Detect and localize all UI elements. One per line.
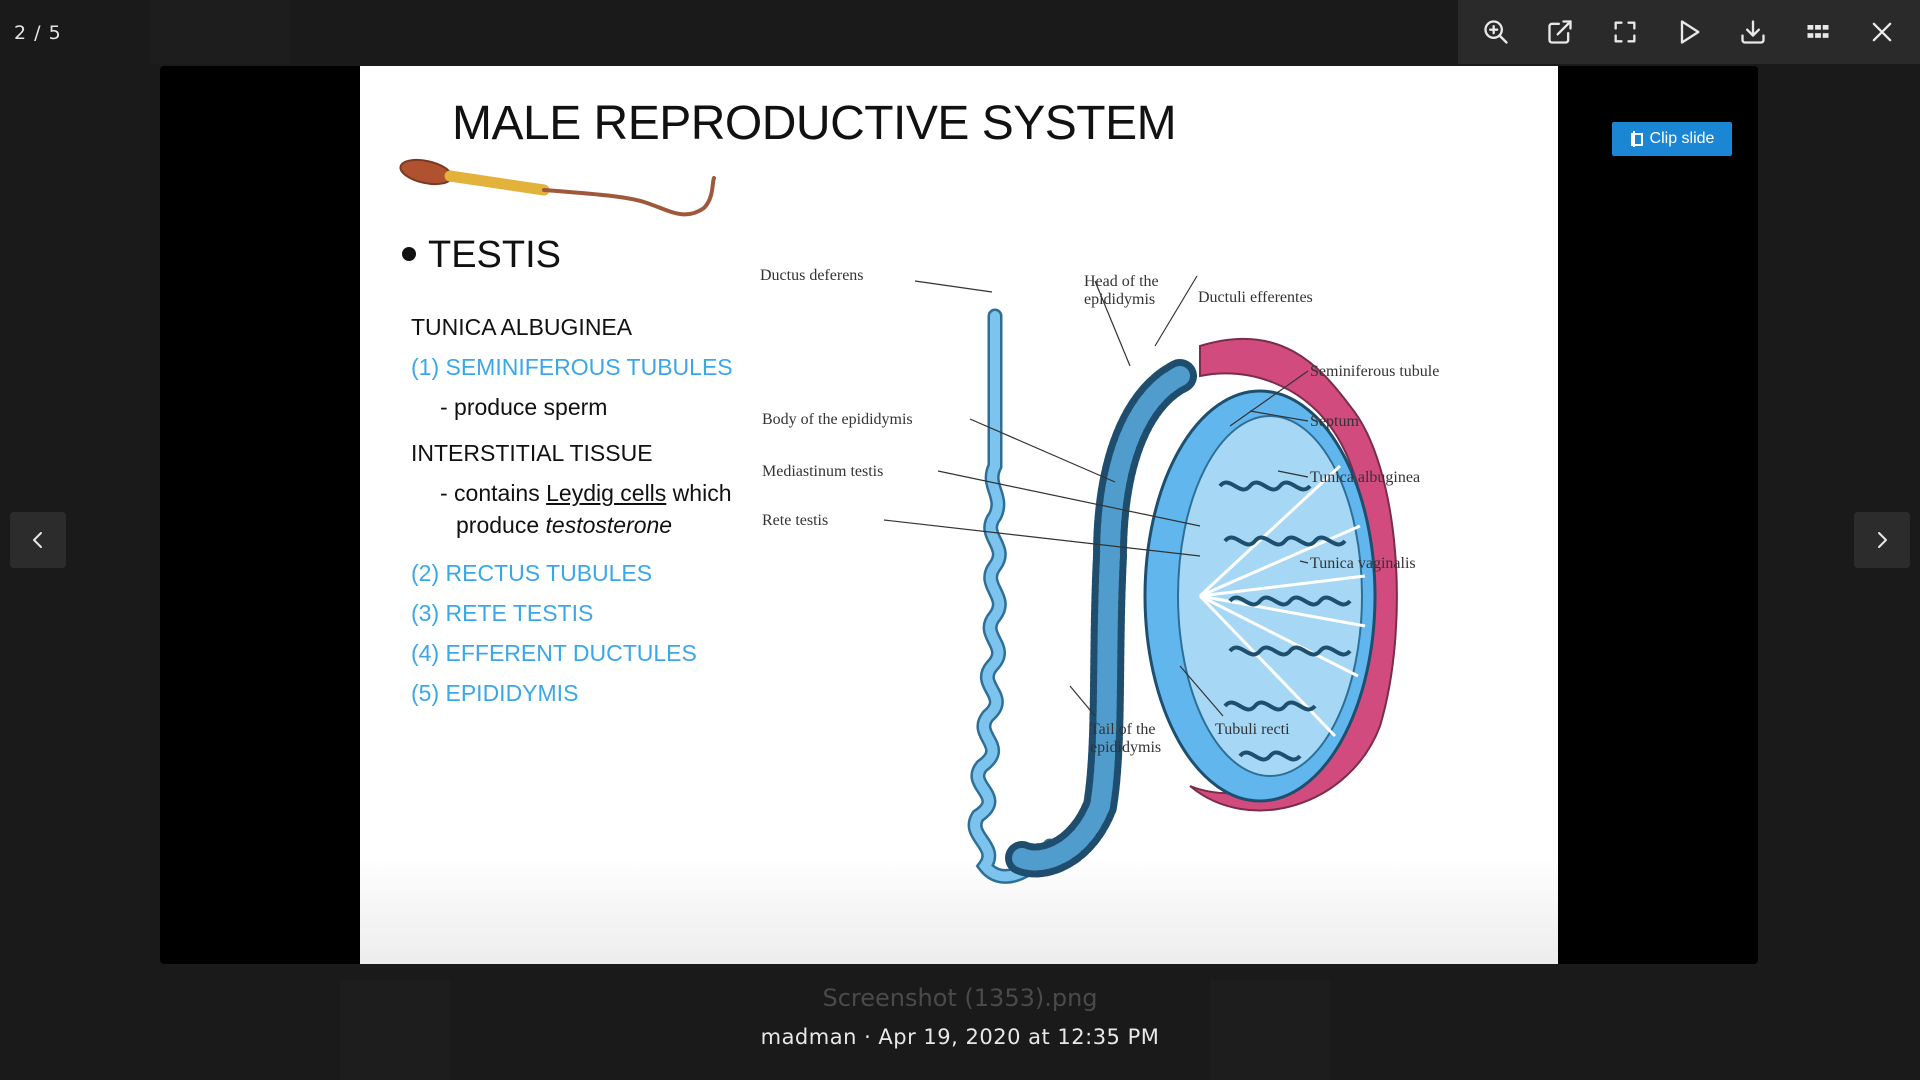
label-tunica-albuginea: Tunica albuginea <box>1310 469 1420 486</box>
line-contains: - contains Leydig cells which <box>440 480 732 507</box>
bullet-heading: TESTIS <box>402 234 561 277</box>
zoom-in-icon <box>1484 20 1508 44</box>
leydig-text: Leydig cells <box>546 480 667 506</box>
grid-icon <box>1807 25 1829 38</box>
download-button[interactable] <box>1731 10 1775 54</box>
label-rete: Rete testis <box>762 512 828 529</box>
label-tubuli-recti: Tubuli recti <box>1215 721 1290 738</box>
chevron-left-icon <box>33 532 42 548</box>
open-external-button[interactable] <box>1538 10 1582 54</box>
file-name: Screenshot (1353).png <box>822 984 1098 1012</box>
open-external-icon <box>1548 20 1573 44</box>
grid-view-button[interactable] <box>1796 10 1840 54</box>
label-tail-2: epididymis <box>1090 739 1161 756</box>
testosterone-text: testosterone <box>545 512 673 538</box>
zoom-in-button[interactable] <box>1474 10 1518 54</box>
clip-slide-button[interactable]: Clip slide <box>1612 122 1732 156</box>
file-meta: madman · Apr 19, 2020 at 12:35 PM <box>760 1025 1160 1049</box>
label-body: Body of the epididymis <box>762 411 913 428</box>
produce-text: produce <box>456 512 546 538</box>
bullet-text: TESTIS <box>428 234 562 276</box>
close-icon <box>1872 22 1892 42</box>
download-icon <box>1741 20 1765 44</box>
slide-image: MALE REPRODUCTIVE SYSTEM TESTIS TUNICA A… <box>360 66 1558 964</box>
label-tail-1: Tail of the <box>1090 721 1156 738</box>
label-seminiferous: Seminiferous tubule <box>1310 363 1439 380</box>
label-head-1: Head of the <box>1084 273 1159 290</box>
label-head-2: epididymis <box>1084 291 1155 308</box>
line-tunica: TUNICA ALBUGINEA <box>411 314 633 340</box>
close-button[interactable] <box>1860 10 1904 54</box>
line-produce-testosterone: produce testosterone <box>456 512 672 539</box>
line-epididymis: (5) EPIDIDYMIS <box>411 680 579 706</box>
image-viewer: MALE REPRODUCTIVE SYSTEM TESTIS TUNICA A… <box>160 66 1758 964</box>
which-text: which <box>666 480 732 506</box>
line-rete: (3) RETE TESTIS <box>411 600 594 626</box>
label-tunica-vaginalis: Tunica vaginalis <box>1310 555 1416 572</box>
bullet-dot-icon <box>402 246 416 261</box>
previous-button[interactable] <box>10 512 66 568</box>
play-icon <box>1680 20 1700 44</box>
viewer-toolbar <box>1458 0 1920 64</box>
slideshow-play-button[interactable] <box>1667 10 1711 54</box>
next-button[interactable] <box>1854 512 1910 568</box>
chevron-right-icon <box>1878 532 1887 548</box>
contains-text: - contains <box>440 480 547 506</box>
fullscreen-icon <box>1614 21 1636 43</box>
line-efferent: (4) EFFERENT DUCTULES <box>411 640 697 666</box>
label-mediastinum: Mediastinum testis <box>762 463 883 480</box>
label-septum: Septum <box>1310 413 1359 430</box>
line-produce-sperm: - produce sperm <box>440 394 608 420</box>
testis-diagram: Ductus deferens Head of the epididymis D… <box>760 267 1439 884</box>
line-interstitial: INTERSTITIAL TISSUE <box>411 440 653 466</box>
label-ductus-deferens: Ductus deferens <box>760 267 864 284</box>
fullscreen-button[interactable] <box>1603 10 1647 54</box>
clip-slide-label: Clip slide <box>1649 130 1715 147</box>
line-seminiferous: (1) SEMINIFEROUS TUBULES <box>411 354 733 380</box>
sperm-illustration <box>399 158 716 217</box>
slide-counter: 2 / 5 <box>14 22 62 44</box>
line-rectus: (2) RECTUS TUBULES <box>411 560 653 586</box>
label-ductuli: Ductuli efferentes <box>1198 289 1313 306</box>
clip-icon <box>1630 131 1643 147</box>
